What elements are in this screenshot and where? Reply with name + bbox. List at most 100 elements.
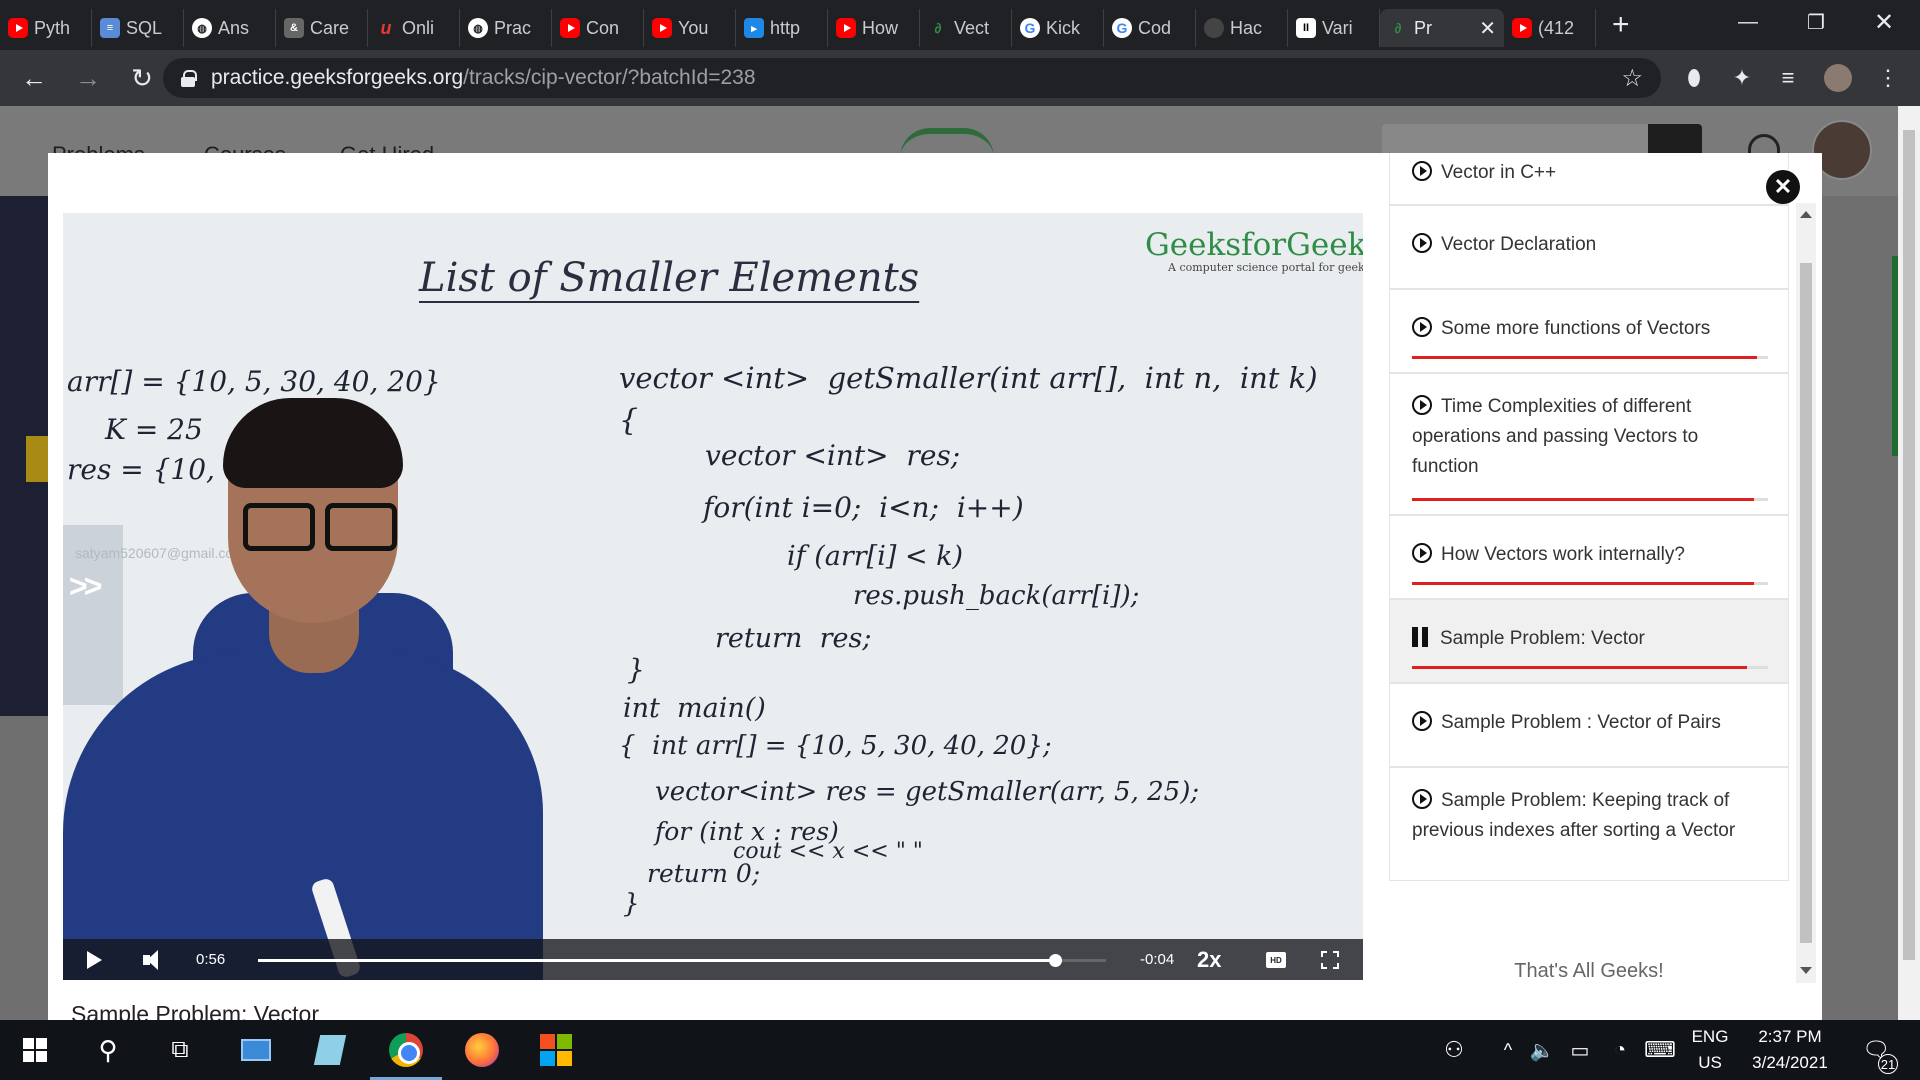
playlist-scrollbar[interactable] — [1796, 203, 1816, 983]
wifi-icon[interactable]: ◔ — [1600, 1030, 1640, 1070]
hd-icon[interactable]: HD — [1266, 952, 1286, 968]
browser-toolbar: ← → ↻ practice.geeksforgeeks.org/tracks/… — [0, 50, 1920, 106]
page-scroll-thumb[interactable] — [1903, 130, 1915, 960]
browser-tab[interactable]: & Care — [276, 9, 368, 47]
playlist-item[interactable]: Time Complexities of different operation… — [1389, 373, 1789, 515]
close-tab-icon[interactable]: ✕ — [1479, 16, 1496, 41]
gfg-icon: ∂ — [1394, 20, 1402, 36]
notification-center-icon[interactable]: 🗨 21 — [1856, 1030, 1898, 1074]
start-button[interactable] — [15, 1030, 55, 1070]
play-icon[interactable] — [87, 951, 102, 969]
tab-label: http — [770, 17, 801, 38]
people-icon[interactable]: ⚇ — [1434, 1030, 1474, 1070]
page-scrollbar[interactable] — [1898, 106, 1920, 1020]
video-controls: 0:56 -0:04 2x HD — [63, 939, 1363, 980]
gfg-icon: ∂ — [934, 20, 942, 36]
language-indicator[interactable]: ENG US — [1688, 1024, 1732, 1076]
playlist-item[interactable]: Sample Problem: Keeping track of previou… — [1389, 767, 1789, 881]
browser-tab[interactable]: How — [828, 9, 920, 47]
watch-progress-fill — [1412, 498, 1754, 501]
browser-tab[interactable]: ∂ Pr ✕ — [1380, 9, 1504, 47]
media-queue-icon[interactable]: ≡ — [1772, 62, 1804, 94]
watch-progress-bar — [1412, 582, 1768, 585]
browser-tab[interactable]: ▸ http — [736, 9, 828, 47]
browser-tab[interactable]: (412 — [1504, 9, 1596, 47]
forward-button[interactable]: → — [68, 58, 108, 98]
brand-tagline: A computer science portal for geeks — [1168, 261, 1363, 274]
microsoft-store-icon[interactable] — [536, 1030, 576, 1070]
browser-tab[interactable]: G Kick — [1012, 9, 1104, 47]
database-icon: ≡ — [100, 18, 120, 38]
playlist-scroll-thumb[interactable] — [1800, 263, 1812, 943]
browser-tab[interactable]: Con — [552, 9, 644, 47]
tab-label: Hac — [1230, 17, 1263, 38]
restore-button[interactable]: ❐ — [1782, 0, 1850, 44]
firefox-icon[interactable] — [462, 1030, 502, 1070]
search-icon[interactable]: ⚲ — [88, 1030, 128, 1070]
tab-label: SQL — [126, 17, 163, 38]
browser-tab[interactable]: ≡ SQL — [92, 9, 184, 47]
seek-handle[interactable] — [1049, 954, 1063, 967]
new-tab-button[interactable]: + — [1612, 8, 1630, 42]
pause-icon — [1412, 627, 1430, 647]
keyboard-icon[interactable]: ⌨ — [1640, 1030, 1680, 1070]
scroll-down-arrow[interactable] — [1800, 967, 1812, 974]
tab-label: (412 — [1538, 17, 1575, 38]
lock-icon — [181, 70, 197, 87]
task-view-icon[interactable]: ⧉ — [160, 1030, 200, 1070]
tab-label: Con — [586, 17, 620, 38]
volume-icon[interactable] — [143, 949, 169, 971]
browser-tab[interactable]: Hac — [1196, 9, 1288, 47]
this-pc-icon[interactable] — [236, 1030, 276, 1070]
tab-label: Vect — [954, 17, 990, 38]
playlist-item[interactable]: Sample Problem : Vector of Pairs — [1389, 683, 1789, 767]
profile-avatar[interactable] — [1822, 62, 1854, 94]
extension-icon[interactable]: ⬮ — [1678, 62, 1710, 94]
playlist-item[interactable]: Vector Declaration — [1389, 205, 1789, 289]
seek-bar[interactable] — [258, 954, 1106, 967]
puzzle-icon[interactable]: ✦ — [1726, 62, 1758, 94]
playlist-item[interactable]: Sample Problem: Vector — [1389, 599, 1789, 683]
clock[interactable]: 2:37 PM 3/24/2021 — [1740, 1024, 1840, 1076]
code-line: } — [623, 889, 640, 919]
play-circle-icon — [1412, 543, 1432, 563]
playlist-item[interactable]: Some more functions of Vectors — [1389, 289, 1789, 373]
address-bar[interactable]: practice.geeksforgeeks.org/tracks/cip-ve… — [163, 58, 1661, 98]
notepad-icon[interactable] — [310, 1030, 350, 1070]
battery-icon[interactable]: ▭ — [1560, 1030, 1600, 1070]
browser-tab[interactable]: II Vari — [1288, 9, 1380, 47]
speaker-icon[interactable]: 🔈 — [1522, 1030, 1562, 1070]
minimize-button[interactable]: — — [1714, 0, 1782, 44]
browser-tab[interactable]: Pyth — [0, 9, 92, 47]
playlist-item-label: Time Complexities of different operation… — [1412, 396, 1699, 477]
browser-tab[interactable]: ◍ Prac — [460, 9, 552, 47]
close-window-button[interactable]: ✕ — [1850, 0, 1918, 44]
close-modal-button[interactable]: ✕ — [1766, 170, 1800, 204]
browser-tab[interactable]: G Cod — [1104, 9, 1196, 47]
browser-tab[interactable]: u Onli — [368, 9, 460, 47]
bookmark-star-icon[interactable]: ☆ — [1621, 64, 1643, 93]
playlist-item[interactable]: Vector in C++ — [1389, 153, 1789, 205]
browser-tab[interactable]: You — [644, 9, 736, 47]
tab-label: Vari — [1322, 17, 1353, 38]
playlist-item[interactable]: How Vectors work internally? — [1389, 515, 1789, 599]
code-line: if (arr[i] < k) — [787, 541, 964, 572]
menu-kebab-icon[interactable]: ⋮ — [1872, 62, 1904, 94]
playlist-item-label: How Vectors work internally? — [1441, 544, 1685, 565]
chrome-icon[interactable] — [386, 1030, 426, 1070]
clock-time: 2:37 PM — [1758, 1027, 1822, 1046]
reload-button[interactable]: ↻ — [122, 58, 162, 98]
youtube-icon — [8, 18, 28, 38]
scroll-up-arrow[interactable] — [1800, 211, 1812, 218]
code-line: res.push_back(arr[i]); — [853, 581, 1140, 611]
video-player[interactable]: List of Smaller Elements GeeksforGeeks A… — [63, 213, 1363, 980]
browser-tab[interactable]: ◍ Ans — [184, 9, 276, 47]
tab-label: Prac — [494, 17, 532, 38]
url-path: /tracks/cip-vector/?batchId=238 — [463, 66, 756, 89]
back-button[interactable]: ← — [14, 58, 54, 98]
fullscreen-icon[interactable] — [1321, 951, 1339, 969]
speed-button[interactable]: 2x — [1197, 947, 1221, 973]
playlist-item-label: Sample Problem : Vector of Pairs — [1441, 712, 1721, 733]
playlist-item-label: Some more functions of Vectors — [1441, 318, 1711, 339]
browser-tab[interactable]: ∂ Vect — [920, 9, 1012, 47]
